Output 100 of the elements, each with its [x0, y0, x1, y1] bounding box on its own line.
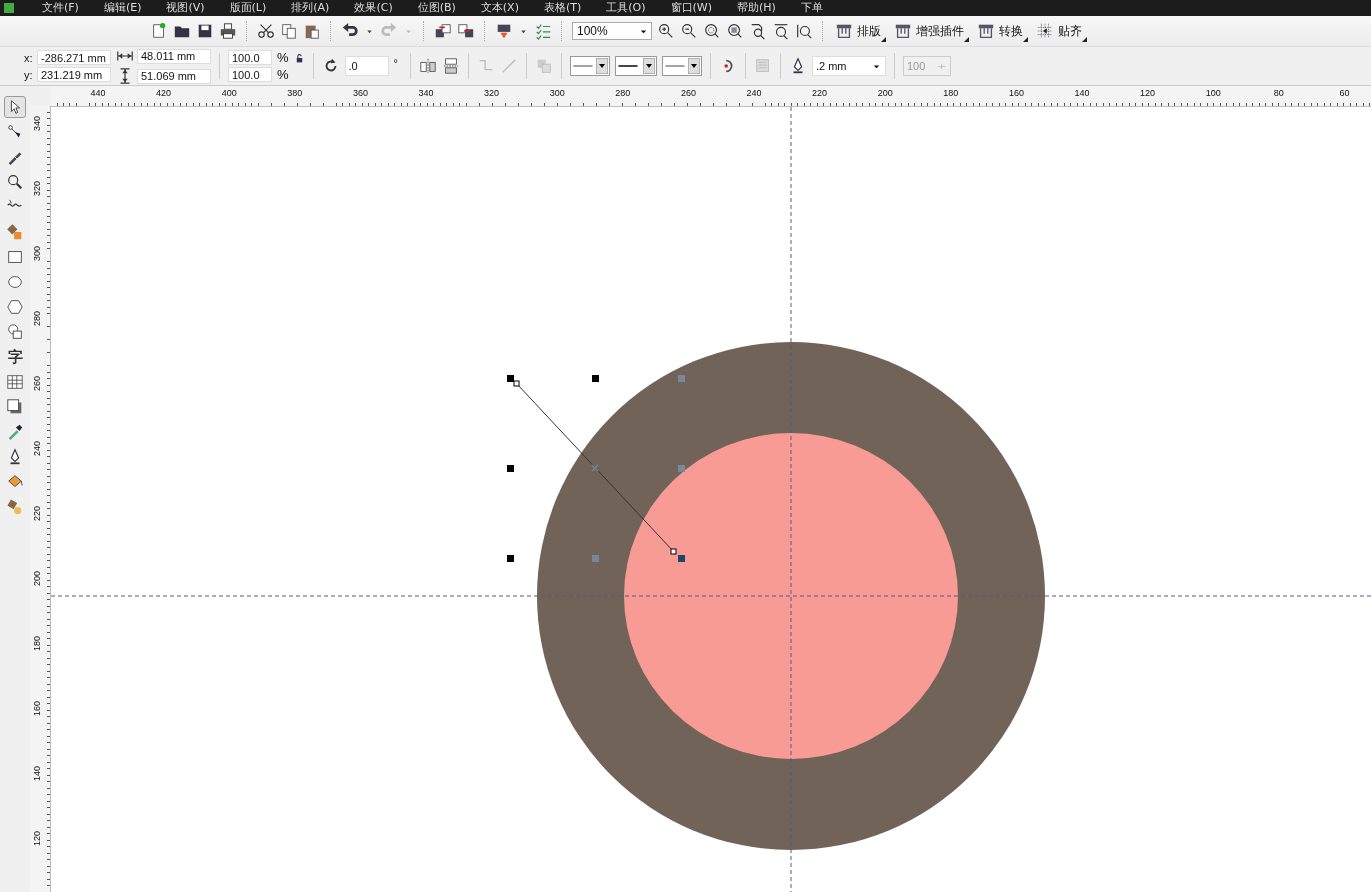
ruler-label: 160 — [1007, 88, 1025, 98]
menu-item[interactable]: 排列(A) — [279, 0, 343, 16]
ruler-label: 200 — [876, 88, 894, 98]
zoom-selection-icon[interactable] — [726, 22, 744, 40]
ruler-label: 160 — [31, 699, 43, 718]
mirror-horizontal-icon[interactable] — [418, 57, 437, 75]
line-style-dropdown[interactable] — [614, 56, 657, 76]
ruler-label: 120 — [1139, 88, 1157, 98]
ruler-label: 340 — [417, 88, 435, 98]
basic-shapes-icon[interactable] — [6, 323, 24, 341]
plugin-toolbar-button[interactable]: 增强插件 — [892, 19, 970, 43]
zoom-level-dropdown[interactable]: 100% — [572, 22, 652, 40]
selection-handle[interactable] — [507, 555, 514, 562]
menu-item[interactable]: 版面(L) — [217, 0, 280, 16]
ruler-label: 60 — [1338, 88, 1351, 98]
menu-item[interactable]: 表格(T) — [531, 0, 595, 16]
ruler-label: 240 — [745, 88, 763, 98]
ruler-label: 220 — [31, 504, 43, 523]
menu-item[interactable]: 工具(O) — [594, 0, 659, 16]
ruler-label: 300 — [548, 88, 566, 98]
menu-item[interactable]: 效果(C) — [342, 0, 406, 16]
ruler-label: 320 — [31, 179, 43, 198]
ruler-label: 220 — [811, 88, 829, 98]
menu-item[interactable]: 下单 — [788, 0, 836, 16]
menu-item[interactable]: 视图(V) — [154, 0, 218, 16]
table-icon[interactable] — [6, 373, 24, 391]
scale-width-field[interactable]: 100.0 — [228, 50, 272, 65]
x-label: x: — [24, 51, 34, 64]
corner-caret-icon — [1022, 36, 1029, 43]
import-icon[interactable] — [434, 22, 452, 40]
width-field[interactable]: 48.011 mm — [137, 48, 211, 64]
selection-handle[interactable] — [678, 465, 685, 472]
save-icon[interactable] — [196, 22, 214, 40]
ruler-label: 120 — [31, 829, 43, 848]
outline-width-dropdown[interactable]: .2 mm — [811, 56, 886, 76]
menu-item[interactable]: 位图(B) — [405, 0, 469, 16]
text-tool[interactable]: 字 — [4, 346, 26, 368]
corner-caret-icon — [1081, 36, 1088, 43]
app-icon — [4, 3, 14, 13]
selection-handle[interactable] — [678, 375, 685, 382]
plugin-toolbar-button[interactable]: 排版 — [833, 19, 887, 43]
caret-icon — [642, 58, 655, 74]
caret-icon — [687, 58, 700, 74]
selection-handle[interactable] — [592, 555, 599, 562]
printer-icon[interactable] — [219, 22, 237, 40]
ruler-label: 100 — [1204, 88, 1222, 98]
selection-handle[interactable] — [507, 375, 514, 382]
ruler-label: 200 — [31, 569, 43, 588]
rotation-angle-field[interactable]: .0 — [344, 56, 389, 76]
selection-handle[interactable] — [678, 555, 685, 562]
interactive-fill-icon[interactable] — [6, 498, 24, 516]
scissors-icon[interactable] — [257, 22, 275, 40]
ruler-label: 260 — [31, 374, 43, 393]
new-document-icon[interactable] — [150, 22, 168, 40]
toolbar-plugin-icon — [977, 22, 995, 40]
menu-item[interactable]: 帮助(H) — [724, 0, 789, 16]
zoom-in-icon[interactable] — [657, 22, 675, 40]
publish-icon[interactable] — [495, 22, 513, 40]
menu-item[interactable]: 文件(F) — [30, 0, 92, 16]
magnifier-icon[interactable] — [6, 173, 24, 191]
eyedropper-icon[interactable] — [6, 423, 24, 441]
polygon-icon[interactable] — [6, 298, 24, 316]
ruler-label: 360 — [351, 88, 369, 98]
plugin-toolbar-button[interactable]: 贴齐 — [1034, 19, 1088, 43]
ruler-label: 280 — [31, 309, 43, 328]
selection-handle[interactable] — [507, 465, 514, 472]
smart-fill-icon[interactable] — [6, 223, 24, 241]
ruler-label: 140 — [1073, 88, 1091, 98]
ruler-label: 280 — [614, 88, 632, 98]
height-field[interactable]: 51.069 mm — [137, 68, 211, 84]
y-position-field[interactable]: 231.219 mm — [37, 67, 111, 82]
copy-icon[interactable] — [280, 22, 298, 40]
ellipse-icon[interactable] — [6, 273, 24, 291]
checklist-icon[interactable] — [534, 22, 552, 40]
zoom-out-icon[interactable] — [680, 22, 698, 40]
zoom-width-icon[interactable] — [772, 22, 790, 40]
plugin-toolbar-button[interactable]: 转换 — [975, 19, 1029, 43]
ruler-label: 180 — [942, 88, 960, 98]
y-label: y: — [24, 68, 34, 81]
export-icon[interactable] — [457, 22, 475, 40]
ruler-label: 380 — [286, 88, 304, 98]
node-handle[interactable] — [670, 548, 677, 555]
menu-item[interactable]: 文本(X) — [468, 0, 532, 16]
menu-item[interactable]: 编辑(E) — [91, 0, 155, 16]
zoom-fit-icon[interactable] — [703, 22, 721, 40]
ruler-label: 260 — [679, 88, 697, 98]
menu-item[interactable]: 窗口(W) — [658, 0, 725, 16]
snap-grid-icon — [1036, 22, 1054, 40]
scale-height-field[interactable]: 100.0 — [228, 67, 272, 82]
zoom-page-icon[interactable] — [749, 22, 767, 40]
percent-sign: % — [277, 50, 289, 65]
x-position-field[interactable]: -286.271 mm — [37, 50, 111, 65]
selection-handle[interactable] — [592, 375, 599, 382]
node-handle[interactable] — [513, 380, 520, 387]
ruler-label: 400 — [220, 88, 238, 98]
zoom-height-icon[interactable] — [795, 22, 813, 40]
mirror-vertical-icon[interactable] — [441, 57, 460, 75]
drop-shadow-icon[interactable] — [6, 398, 24, 416]
center-x-icon — [591, 464, 599, 472]
rectangle-icon[interactable] — [6, 248, 24, 266]
